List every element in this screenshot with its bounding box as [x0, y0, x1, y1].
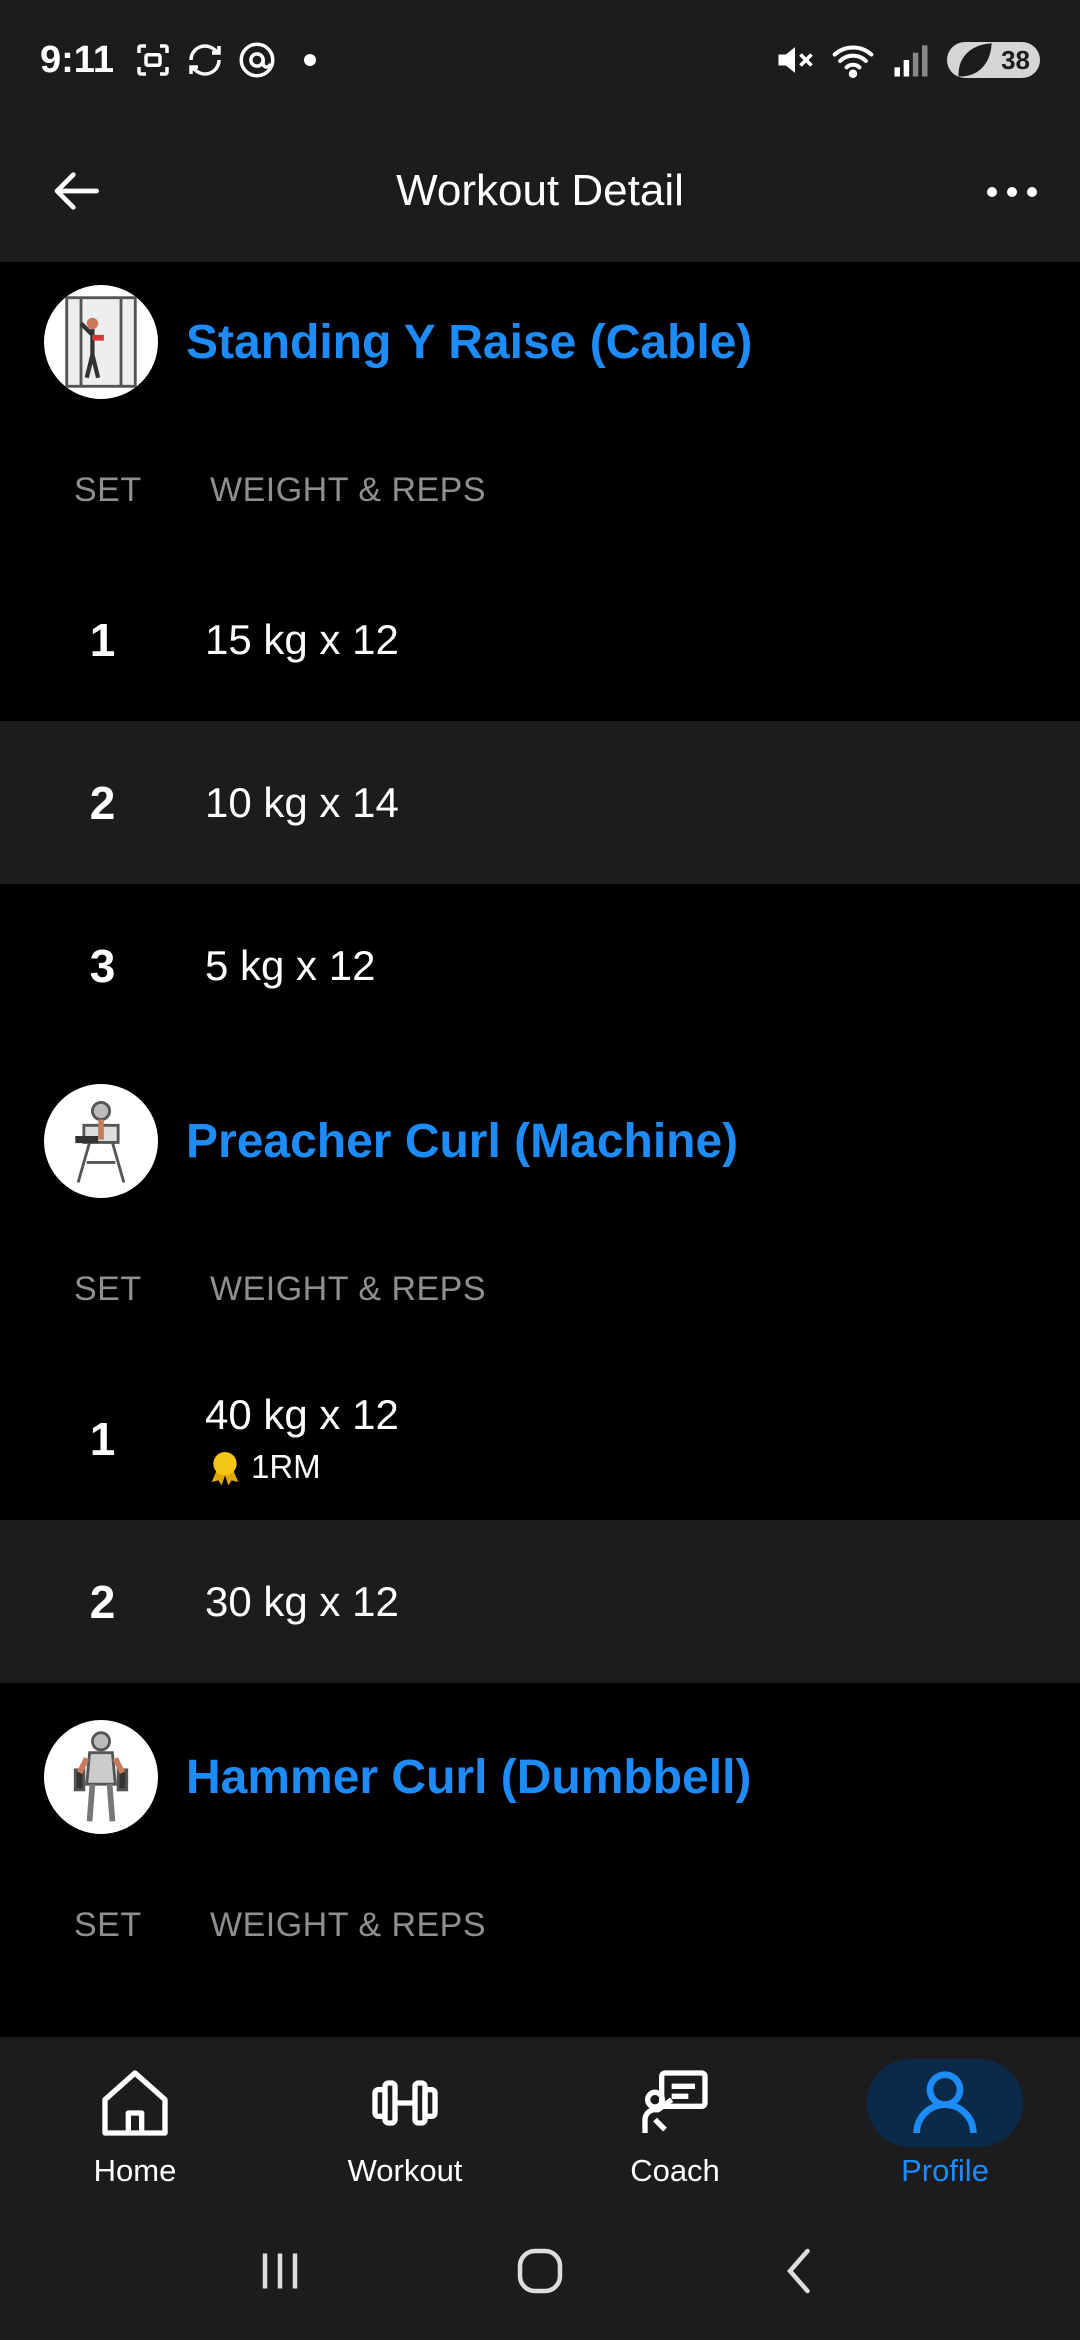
exercise-name[interactable]: Standing Y Raise (Cable) [186, 315, 752, 370]
set-weight-reps: 30 kg x 12 [205, 1577, 399, 1625]
coach-icon [642, 2070, 708, 2133]
set-row: 1 40 kg x 12 1RM [0, 1357, 1080, 1520]
set-weight-reps: 10 kg x 14 [205, 778, 399, 826]
arrow-left-icon [54, 172, 99, 210]
medal-icon [211, 1451, 239, 1485]
column-header: SET WEIGHT & REPS [0, 1857, 1080, 1993]
set-weight-reps: 15 kg x 12 [205, 615, 399, 663]
exercise-card: Standing Y Raise (Cable) SET WEIGHT & RE… [0, 262, 1080, 1047]
set-row: 3 5 kg x 12 [0, 884, 1080, 1047]
chevron-left-icon [787, 2248, 810, 2294]
sync-icon [189, 44, 221, 76]
exercise-thumbnail[interactable] [44, 285, 158, 399]
battery-saver-icon [958, 43, 992, 77]
exercise-thumbnail[interactable] [44, 1720, 158, 1834]
dumbbell-person-icon [73, 1731, 129, 1822]
threads-icon [239, 42, 275, 78]
wifi-icon [832, 45, 874, 78]
column-weight-reps-label: WEIGHT & REPS [210, 1269, 487, 1308]
home-icon [102, 2070, 168, 2136]
set-number: 2 [89, 1575, 116, 1628]
set-row: 1 15 kg x 12 [0, 558, 1080, 721]
column-set-label: SET [74, 470, 142, 509]
profile-icon [913, 2071, 977, 2134]
back-button[interactable] [40, 158, 116, 224]
nav-item-coach[interactable]: Coach [540, 2037, 810, 2202]
system-navigation-bar [0, 2202, 1080, 2340]
exercise-card: Hammer Curl (Dumbbell) SET WEIGHT & REPS [0, 1697, 1080, 1993]
column-set-label: SET [74, 1269, 142, 1308]
nav-item-workout[interactable]: Workout [270, 2037, 540, 2202]
nav-item-profile[interactable]: Profile [810, 2037, 1080, 2202]
column-header: SET WEIGHT & REPS [0, 1221, 1080, 1357]
bottom-navigation: Home Workout Coach Profile [0, 2037, 1080, 2202]
personal-record-badge: 1RM [205, 1447, 399, 1487]
column-weight-reps-label: WEIGHT & REPS [210, 470, 487, 509]
home-circle-icon [517, 2248, 563, 2294]
exercise-name[interactable]: Hammer Curl (Dumbbell) [186, 1750, 751, 1805]
mute-icon [778, 47, 813, 73]
exercise-header[interactable]: Standing Y Raise (Cable) [0, 262, 1080, 422]
nav-label: Coach [630, 2153, 720, 2188]
set-number: 1 [89, 1412, 116, 1465]
page-title: Workout Detail [396, 166, 684, 215]
exercise-name[interactable]: Preacher Curl (Machine) [186, 1114, 738, 1169]
set-row: 2 30 kg x 12 [0, 1520, 1080, 1683]
exercise-card: Preacher Curl (Machine) SET WEIGHT & REP… [0, 1061, 1080, 1683]
workout-detail-list[interactable]: Standing Y Raise (Cable) SET WEIGHT & RE… [0, 262, 1080, 2037]
battery-icon: 38 [947, 42, 1040, 78]
recent-apps-icon [262, 2253, 298, 2289]
set-weight-reps: 40 kg x 12 [205, 1390, 399, 1438]
app-header: Workout Detail [0, 120, 1080, 262]
exercise-header[interactable]: Preacher Curl (Machine) [0, 1061, 1080, 1221]
nav-label: Workout [347, 2153, 463, 2188]
notification-dot [303, 54, 316, 66]
status-bar: 9:11 38 [0, 0, 1080, 120]
set-number: 3 [89, 939, 116, 992]
dumbbell-icon [372, 2080, 438, 2126]
recent-apps-button[interactable] [240, 2231, 320, 2311]
exercise-thumbnail[interactable] [44, 1084, 158, 1198]
home-system-button[interactable] [500, 2231, 580, 2311]
nav-label: Profile [901, 2153, 989, 2188]
nav-label: Home [93, 2153, 177, 2188]
cable-machine-icon [65, 296, 137, 388]
column-set-label: SET [74, 1905, 142, 1944]
nav-item-home[interactable]: Home [0, 2037, 270, 2202]
more-options-button[interactable] [972, 160, 1052, 224]
screenshot-icon [137, 44, 169, 76]
set-number: 1 [89, 613, 116, 666]
signal-icon [894, 45, 928, 77]
battery-level: 38 [1001, 44, 1030, 75]
exercise-header[interactable]: Hammer Curl (Dumbbell) [0, 1697, 1080, 1857]
badge-label: 1RM [251, 1447, 321, 1485]
set-number: 2 [89, 776, 116, 829]
column-weight-reps-label: WEIGHT & REPS [210, 1905, 487, 1944]
status-time: 9:11 [40, 38, 114, 81]
set-weight-reps: 5 kg x 12 [205, 941, 376, 989]
more-horizontal-icon [987, 187, 997, 197]
column-header: SET WEIGHT & REPS [0, 422, 1080, 558]
back-system-button[interactable] [760, 2231, 840, 2311]
preacher-machine-icon [75, 1101, 126, 1183]
set-row: 2 10 kg x 14 [0, 721, 1080, 884]
